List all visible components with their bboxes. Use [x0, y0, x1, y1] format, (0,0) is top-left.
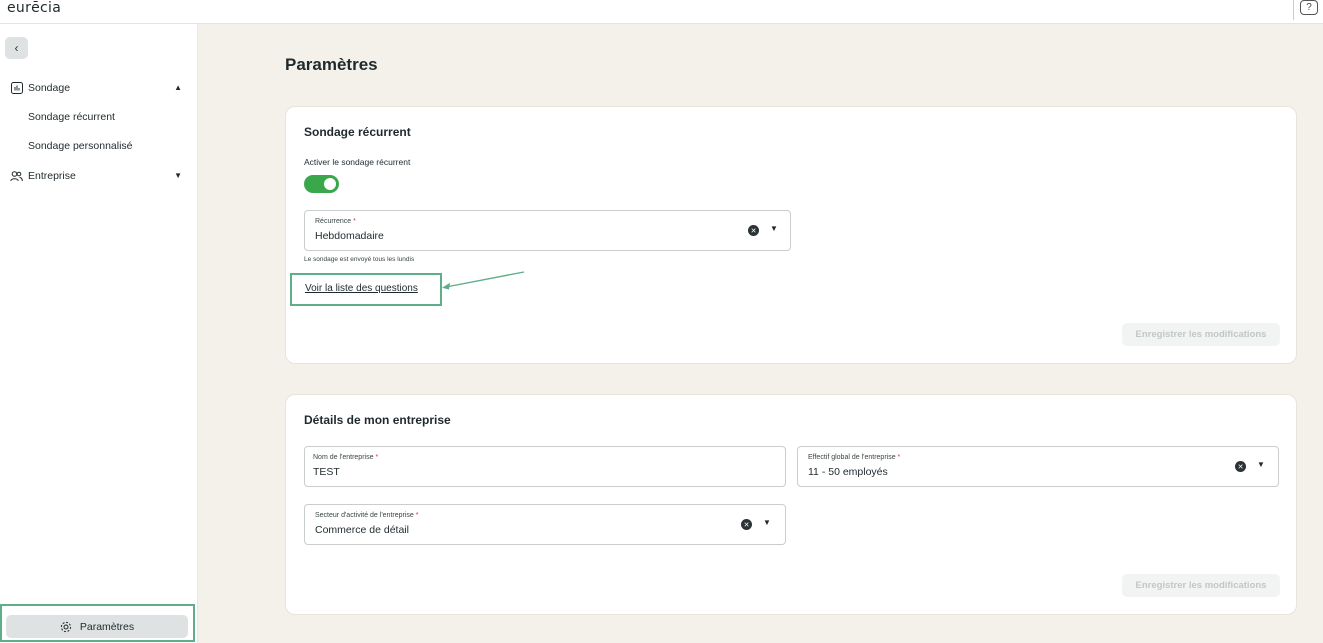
- app-logo[interactable]: eurēcia: [7, 0, 61, 16]
- settings-button[interactable]: Paramètres: [6, 615, 188, 638]
- company-size-select[interactable]: Effectif global de l'entreprise * 11 - 5…: [797, 446, 1279, 487]
- dropdown-arrow-icon[interactable]: ▼: [770, 224, 778, 233]
- caret-up-icon[interactable]: ▲: [174, 83, 182, 92]
- helper-text: Le sondage est envoyé tous les lundis: [304, 256, 415, 263]
- company-sector-select[interactable]: Secteur d'activité de l'entreprise * Com…: [304, 504, 786, 545]
- link-highlight: Voir la liste des questions: [290, 273, 442, 306]
- field-value: Hebdomadaire: [315, 230, 384, 242]
- company-name-field[interactable]: Nom de l'entreprise * TEST: [304, 446, 786, 487]
- chevron-left-icon[interactable]: ‹: [5, 37, 28, 59]
- company-details-card: Détails de mon entreprise Nom de l'entre…: [285, 394, 1297, 615]
- clear-icon[interactable]: ✕: [748, 225, 759, 236]
- sidebar-item-entreprise[interactable]: Entreprise: [10, 169, 76, 182]
- recurring-survey-card: Sondage récurrent Activer le sondage réc…: [285, 106, 1297, 364]
- divider: [1293, 0, 1294, 20]
- sidebar-item-sondage-recurrent[interactable]: Sondage récurrent: [28, 111, 115, 123]
- gear-icon: [60, 621, 72, 633]
- card-title: Détails de mon entreprise: [304, 413, 451, 427]
- dropdown-arrow-icon[interactable]: ▼: [1257, 460, 1265, 469]
- card-title: Sondage récurrent: [304, 125, 411, 139]
- page-title: Paramètres: [285, 55, 378, 74]
- recurring-toggle[interactable]: [304, 175, 339, 193]
- settings-label: Paramètres: [79, 620, 135, 633]
- sidebar-item-sondage[interactable]: Sondage: [10, 81, 70, 94]
- clear-icon[interactable]: ✕: [1235, 461, 1246, 472]
- clear-icon[interactable]: ✕: [741, 519, 752, 530]
- field-value: 11 - 50 employés: [808, 466, 888, 478]
- questions-list-link[interactable]: Voir la liste des questions: [305, 283, 418, 294]
- users-icon: [10, 169, 23, 182]
- annotation-arrow: [442, 271, 525, 290]
- save-button[interactable]: Enregistrer les modifications: [1122, 323, 1280, 346]
- toggle-label: Activer le sondage récurrent: [304, 157, 411, 167]
- field-label: Effectif global de l'entreprise *: [808, 454, 901, 461]
- field-value: Commerce de détail: [315, 524, 409, 536]
- sidebar-item-label: Sondage: [28, 81, 71, 94]
- sidebar-item-label: Entreprise: [28, 169, 76, 182]
- sidebar: ‹ Sondage ▲ Sondage récurrent Sondage pe…: [0, 24, 198, 643]
- chart-icon: [10, 81, 23, 94]
- field-label: Secteur d'activité de l'entreprise *: [315, 512, 419, 519]
- question-icon[interactable]: ?: [1300, 0, 1318, 15]
- top-bar: eurēcia ?: [0, 0, 1323, 24]
- dropdown-arrow-icon[interactable]: ▼: [763, 518, 771, 527]
- field-value: TEST: [313, 466, 340, 478]
- recurrence-select[interactable]: Récurrence * Hebdomadaire ✕ ▼: [304, 210, 791, 251]
- field-label: Nom de l'entreprise *: [313, 454, 379, 461]
- settings-highlight: Paramètres: [0, 604, 195, 642]
- field-label: Récurrence *: [315, 218, 356, 225]
- toggle-knob: [324, 178, 336, 190]
- caret-down-icon[interactable]: ▼: [174, 171, 182, 180]
- save-button[interactable]: Enregistrer les modifications: [1122, 574, 1280, 597]
- sidebar-item-sondage-personnalise[interactable]: Sondage personnalisé: [28, 140, 133, 152]
